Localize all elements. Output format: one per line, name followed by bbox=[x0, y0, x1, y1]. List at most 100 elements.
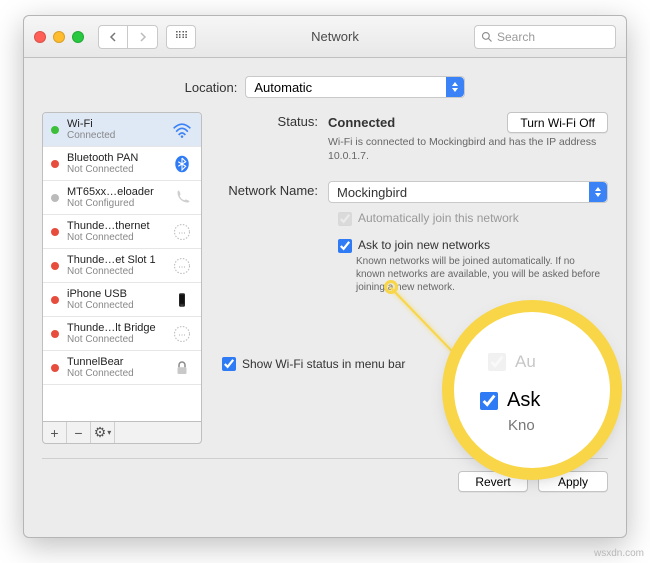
sidebar-item-name: Thunde…lt Bridge bbox=[67, 322, 163, 334]
search-input[interactable]: Search bbox=[474, 25, 616, 49]
sidebar-item-name: Thunde…thernet bbox=[67, 220, 163, 232]
close-icon[interactable] bbox=[34, 31, 46, 43]
svg-text:⋯: ⋯ bbox=[178, 228, 186, 237]
sidebar-toolbar: + − ⚙︎▾ bbox=[42, 422, 202, 444]
sidebar-item-name: iPhone USB bbox=[67, 288, 163, 300]
status-dot-icon bbox=[51, 364, 59, 372]
sidebar-item-sub: Not Connected bbox=[67, 266, 163, 277]
chevron-left-icon bbox=[109, 32, 117, 42]
select-stepper-icon bbox=[446, 77, 464, 97]
svg-text:⋯: ⋯ bbox=[178, 330, 186, 339]
search-placeholder: Search bbox=[497, 30, 535, 44]
remove-network-button[interactable]: − bbox=[67, 422, 91, 443]
select-stepper-icon bbox=[589, 182, 607, 202]
sidebar-item-thunde-et-slot-1[interactable]: Thunde…et Slot 1Not Connected ⋯ bbox=[43, 249, 201, 283]
sidebar-item-name: Thunde…et Slot 1 bbox=[67, 254, 163, 266]
sidebar-item-thunde-thernet[interactable]: Thunde…thernetNot Connected ⋯ bbox=[43, 215, 201, 249]
sidebar-item-sub: Connected bbox=[67, 130, 163, 141]
status-label: Status: bbox=[218, 112, 328, 129]
status-dot-icon bbox=[51, 126, 59, 134]
sidebar-item-text: Thunde…thernetNot Connected bbox=[67, 220, 163, 243]
auto-join-checkbox[interactable] bbox=[338, 212, 352, 226]
forward-button[interactable] bbox=[128, 25, 158, 49]
watermark: wsxdn.com bbox=[594, 548, 644, 559]
gear-icon: ⚙︎ bbox=[94, 424, 107, 441]
sidebar-item-text: Thunde…et Slot 1Not Connected bbox=[67, 254, 163, 277]
network-actions-button[interactable]: ⚙︎▾ bbox=[91, 422, 115, 443]
status-dot-icon bbox=[51, 194, 59, 202]
sidebar-item-name: TunnelBear bbox=[67, 356, 163, 368]
sidebar-item-sub: Not Connected bbox=[67, 300, 163, 311]
phone-icon bbox=[171, 188, 193, 208]
status-dot-icon bbox=[51, 160, 59, 168]
back-button[interactable] bbox=[98, 25, 128, 49]
callout-ask-checkbox bbox=[480, 392, 498, 410]
sidebar-item-wi-fi[interactable]: Wi-FiConnected bbox=[43, 113, 201, 147]
ask-join-label: Ask to join new networks bbox=[358, 238, 490, 252]
thunder-icon: ⋯ bbox=[171, 256, 193, 276]
sidebar-item-text: MT65xx…eloaderNot Configured bbox=[67, 186, 163, 209]
lock-icon bbox=[171, 358, 193, 378]
location-select[interactable]: Automatic bbox=[245, 76, 465, 98]
sidebar-item-text: Wi-FiConnected bbox=[67, 118, 163, 141]
network-name-select[interactable]: Mockingbird bbox=[328, 181, 608, 203]
location-value: Automatic bbox=[254, 80, 312, 95]
search-icon bbox=[481, 31, 493, 43]
sidebar-item-tunnelbear[interactable]: TunnelBearNot Connected bbox=[43, 351, 201, 385]
revert-button[interactable]: Revert bbox=[458, 471, 528, 492]
show-menu-bar-label: Show Wi-Fi status in menu bar bbox=[242, 357, 405, 371]
sidebar-item-sub: Not Configured bbox=[67, 198, 163, 209]
callout-ask-text: Ask bbox=[507, 389, 540, 412]
apply-button[interactable]: Apply bbox=[538, 471, 608, 492]
nav-buttons bbox=[98, 25, 158, 49]
network-name-value: Mockingbird bbox=[337, 185, 407, 200]
zoom-callout: Au Ask Kno bbox=[454, 312, 610, 468]
sidebar-item-sub: Not Connected bbox=[67, 334, 163, 345]
status-dot-icon bbox=[51, 296, 59, 304]
zoom-icon[interactable] bbox=[72, 31, 84, 43]
chevron-right-icon bbox=[139, 32, 147, 42]
callout-auto-checkbox bbox=[488, 353, 506, 371]
thunder-icon: ⋯ bbox=[171, 324, 193, 344]
status-value: Connected bbox=[328, 115, 395, 130]
sidebar-wrap: Wi-FiConnectedBluetooth PANNot Connected… bbox=[42, 112, 202, 444]
auto-join-row: Automatically join this network bbox=[338, 211, 608, 226]
network-name-row: Network Name: Mockingbird bbox=[218, 181, 608, 203]
turn-wifi-off-button[interactable]: Turn Wi-Fi Off bbox=[507, 112, 608, 133]
callout-auto-row: Au bbox=[454, 352, 536, 372]
sidebar-item-sub: Not Connected bbox=[67, 164, 163, 175]
add-network-button[interactable]: + bbox=[43, 422, 67, 443]
status-dot-icon bbox=[51, 330, 59, 338]
status-value-wrap: Connected Turn Wi-Fi Off Wi-Fi is connec… bbox=[328, 112, 608, 163]
sidebar-item-text: TunnelBearNot Connected bbox=[67, 356, 163, 379]
sidebar-item-text: iPhone USBNot Connected bbox=[67, 288, 163, 311]
sidebar-item-text: Bluetooth PANNot Connected bbox=[67, 152, 163, 175]
callout-auto-text: Au bbox=[515, 352, 536, 372]
location-label: Location: bbox=[185, 80, 238, 95]
status-dot-icon bbox=[51, 228, 59, 236]
sidebar-item-bluetooth-pan[interactable]: Bluetooth PANNot Connected bbox=[43, 147, 201, 181]
show-all-button[interactable]: ⠿⠿ bbox=[166, 25, 196, 49]
titlebar: ⠿⠿ Network Search bbox=[24, 16, 626, 58]
show-menu-bar-checkbox[interactable] bbox=[222, 357, 236, 371]
chevron-down-icon: ▾ bbox=[107, 428, 111, 437]
minimize-icon[interactable] bbox=[53, 31, 65, 43]
thunder-icon: ⋯ bbox=[171, 222, 193, 242]
network-sidebar: Wi-FiConnectedBluetooth PANNot Connected… bbox=[42, 112, 202, 422]
sidebar-item-thunde-lt-bridge[interactable]: Thunde…lt BridgeNot Connected ⋯ bbox=[43, 317, 201, 351]
network-name-label: Network Name: bbox=[218, 181, 328, 198]
bluetooth-icon bbox=[171, 154, 193, 174]
sidebar-item-name: Bluetooth PAN bbox=[67, 152, 163, 164]
auto-join-label: Automatically join this network bbox=[358, 211, 519, 225]
wifi-icon bbox=[171, 120, 193, 140]
sidebar-item-mt65xx-eloader[interactable]: MT65xx…eloaderNot Configured bbox=[43, 181, 201, 215]
sidebar-item-sub: Not Connected bbox=[67, 368, 163, 379]
status-dot-icon bbox=[51, 262, 59, 270]
sidebar-item-sub: Not Connected bbox=[67, 232, 163, 243]
sidebar-item-name: Wi-Fi bbox=[67, 118, 163, 130]
callout-anchor bbox=[384, 280, 398, 294]
ask-join-checkbox[interactable] bbox=[338, 239, 352, 253]
status-row: Status: Connected Turn Wi-Fi Off Wi-Fi i… bbox=[218, 112, 608, 163]
sidebar-item-name: MT65xx…eloader bbox=[67, 186, 163, 198]
sidebar-item-iphone-usb[interactable]: iPhone USBNot Connected bbox=[43, 283, 201, 317]
